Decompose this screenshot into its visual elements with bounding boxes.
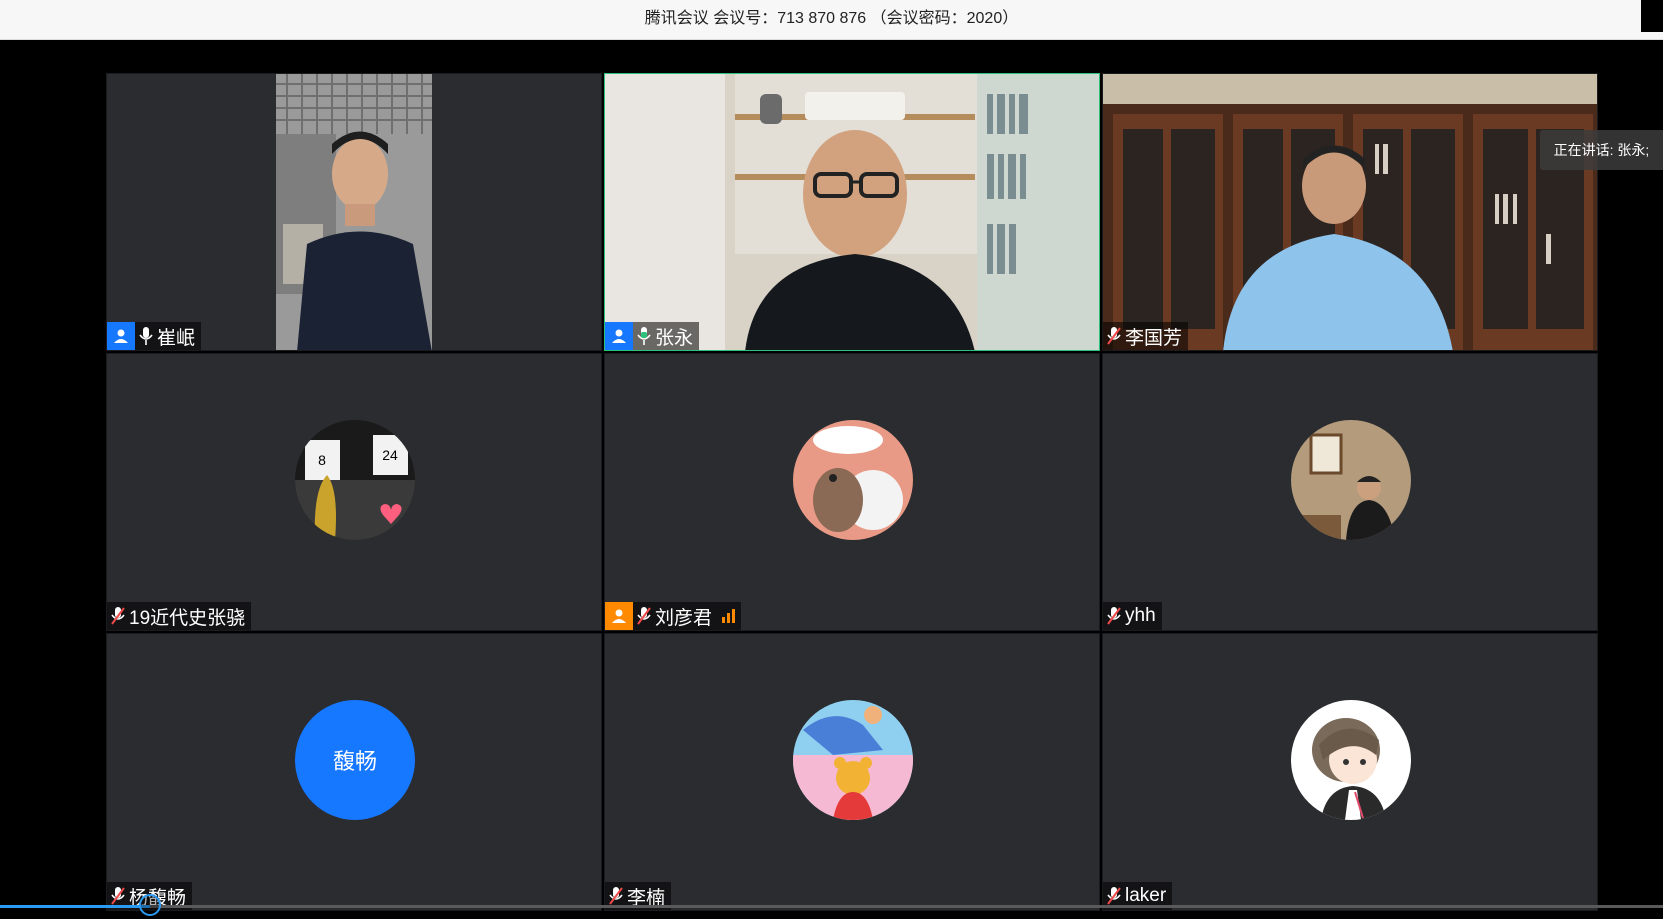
playback-progress-fill (0, 905, 150, 908)
microphone-muted-icon (109, 885, 127, 907)
host-icon (107, 322, 135, 350)
microphone-muted-icon (109, 605, 127, 627)
profile-avatar: 馥畅 (295, 700, 415, 820)
microphone-muted-icon (607, 885, 625, 907)
participant-name-tag: 崔岷 (107, 322, 202, 350)
window-control-strip[interactable] (1641, 0, 1663, 32)
host-icon (605, 322, 633, 350)
participant-name: laker (1125, 885, 1167, 906)
playback-progress-bar[interactable] (0, 905, 1663, 908)
host-icon (605, 602, 633, 630)
participant-name: 崔岷 (157, 327, 196, 349)
profile-avatar (793, 420, 913, 540)
participant-tile-cuimin[interactable]: 崔岷 (106, 73, 602, 351)
profile-avatar: 8 24 (295, 420, 415, 540)
participant-name: 李国芳 (1125, 327, 1183, 349)
participant-name-tag: 刘彦君 (605, 602, 742, 630)
svg-text:8: 8 (318, 452, 326, 468)
profile-avatar (1291, 700, 1411, 820)
speaking-indicator: 正在讲话: 张永; (1540, 130, 1663, 170)
playback-scrubber-handle[interactable] (139, 894, 161, 916)
participant-name: 19近代史张骁 (129, 607, 246, 629)
participant-tile-yhh[interactable]: yhh (1102, 353, 1598, 631)
microphone-muted-icon (1105, 885, 1123, 907)
participant-tile-laker[interactable]: laker (1102, 633, 1598, 911)
video-feed (107, 74, 601, 350)
participant-name: 刘彦君 (655, 607, 713, 629)
participant-tile-zhangyong[interactable]: 张永 (604, 73, 1100, 351)
participant-name: yhh (1125, 605, 1156, 626)
participant-tile-linan[interactable]: 李楠 (604, 633, 1100, 911)
network-signal-icon (722, 609, 736, 623)
participant-tile-liuyanjun[interactable]: 刘彦君 (604, 353, 1100, 631)
avatar-initials: 馥畅 (332, 749, 377, 774)
participant-name: 张永 (655, 327, 694, 349)
participant-name-tag: 李国芳 (1103, 322, 1189, 350)
meeting-title: 腾讯会议 会议号：713 870 876 （会议密码：2020） (644, 10, 1019, 27)
microphone-speaking-icon (635, 325, 653, 347)
participant-name-tag: 张永 (605, 322, 700, 350)
participant-tile-yangfuchang[interactable]: 馥畅 杨馥畅 (106, 633, 602, 911)
video-feed (1103, 74, 1597, 350)
svg-text:24: 24 (382, 447, 398, 463)
profile-avatar (793, 700, 913, 820)
title-bar: 腾讯会议 会议号：713 870 876 （会议密码：2020） (0, 0, 1663, 40)
participant-tile-zhangxiao[interactable]: 8 24 19近代史张骁 (106, 353, 602, 631)
participant-tile-liguofang[interactable]: 李国芳 (1102, 73, 1598, 351)
microphone-muted-icon (1105, 325, 1123, 347)
microphone-muted-icon (1105, 605, 1123, 627)
video-feed (605, 74, 1099, 350)
participant-name-tag: 19近代史张骁 (107, 602, 252, 630)
profile-avatar (1291, 420, 1411, 540)
microphone-icon (137, 325, 155, 347)
microphone-muted-icon (635, 605, 653, 627)
participant-name-tag: yhh (1103, 602, 1162, 630)
video-grid: 崔岷 张永 李国芳 8 24 19近代史张骁 刘彦君 yhh 馥畅 杨馥畅 李楠… (106, 73, 1600, 914)
